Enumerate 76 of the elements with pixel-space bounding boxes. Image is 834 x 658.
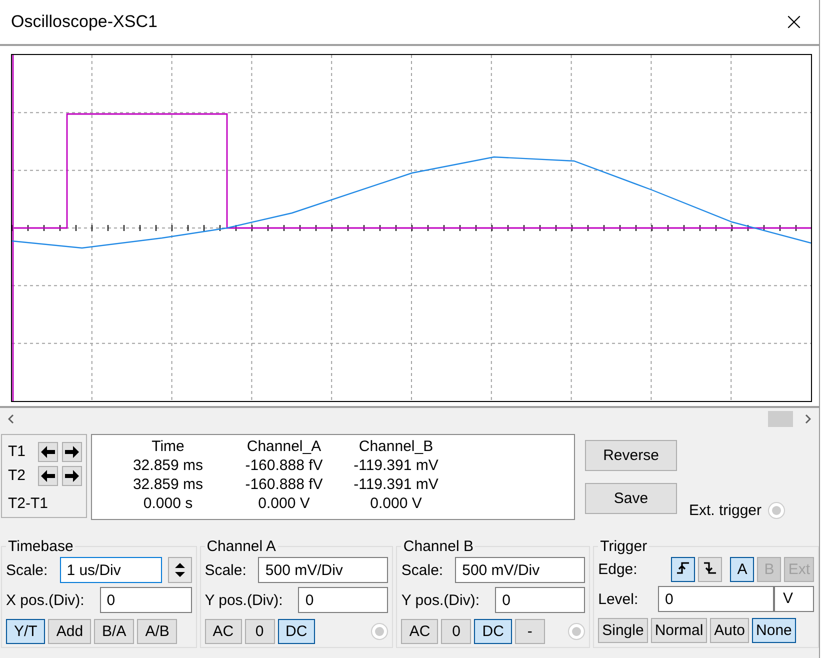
action-button[interactable]: Save [585, 483, 677, 514]
mode-button[interactable]: Auto [710, 618, 750, 643]
mode-button[interactable]: 0 [441, 619, 472, 644]
table-cell-text: -119.391 mV [352, 456, 440, 475]
mode-button[interactable]: B/A [94, 619, 134, 644]
position-field[interactable]: 0 [298, 587, 388, 613]
table-cell-text: 0.000 V [257, 494, 311, 513]
mode-button[interactable]: Y/T [6, 619, 46, 644]
scroll-right-icon[interactable] [805, 414, 811, 424]
table-cell-text: 0.000 V [369, 494, 423, 513]
table-cell-text: -160.888 fV [244, 475, 324, 494]
edge-button[interactable] [698, 557, 722, 582]
mode-button[interactable]: A/B [137, 619, 178, 644]
move-left-button[interactable] [38, 466, 58, 486]
field-label: Scale: [401, 562, 444, 578]
group-title: Timebase [7, 538, 74, 555]
radio-button[interactable] [371, 623, 388, 640]
radio-button[interactable] [768, 502, 785, 519]
left-arrow-icon [41, 470, 55, 482]
cursor-label: T2-T1 [8, 494, 50, 514]
unit-field: V [774, 586, 814, 612]
mode-button[interactable]: Single [598, 618, 648, 643]
cursor-label: T2 [8, 466, 27, 486]
up-down-arrows-icon [174, 562, 185, 578]
mode-button[interactable]: None [752, 618, 796, 643]
mode-button[interactable]: - [514, 619, 545, 644]
mode-button[interactable]: Add [48, 619, 92, 644]
cursor-label: T1 [8, 442, 27, 462]
left-arrow-icon [41, 446, 55, 458]
radio-button[interactable] [568, 623, 586, 640]
move-right-button[interactable] [62, 466, 82, 486]
mode-button[interactable]: 0 [244, 619, 275, 644]
right-arrow-icon [65, 446, 79, 458]
scale-field[interactable]: 500 mV/Div [258, 557, 388, 583]
position-field[interactable]: 0 [495, 587, 586, 613]
table-cell-text: -119.391 mV [352, 475, 440, 494]
group-title: Trigger [599, 538, 648, 555]
right-arrow-icon [65, 470, 79, 482]
group-title: Channel A [206, 538, 277, 555]
position-field[interactable]: 0 [100, 587, 192, 613]
mode-button[interactable]: DC [474, 619, 512, 644]
scale-field[interactable]: 500 mV/Div [455, 557, 586, 583]
mode-button[interactable]: AC [204, 619, 242, 644]
mode-button[interactable]: DC [278, 619, 316, 644]
table-cell-text: 32.859 ms [132, 475, 204, 494]
source-button[interactable]: A [730, 557, 754, 582]
cursor-line[interactable] [12, 55, 14, 401]
move-left-button[interactable] [38, 442, 58, 462]
move-right-button[interactable] [62, 442, 82, 462]
table-cell-text: -160.888 fV [244, 456, 324, 475]
field-label: Level: [598, 590, 638, 608]
mode-button[interactable]: AC [401, 619, 438, 644]
action-button[interactable]: Reverse [585, 440, 677, 471]
field-label: Edge: [598, 561, 638, 578]
mode-button[interactable]: Normal [650, 618, 708, 643]
falling-edge-icon [703, 560, 718, 576]
scroll-left-icon[interactable] [8, 414, 14, 424]
table-cell-text: 32.859 ms [132, 456, 204, 475]
scrollbar-thumb[interactable] [768, 411, 793, 427]
column-header: Channel_A [246, 437, 322, 456]
ext-trigger-label: Ext. trigger [689, 502, 762, 519]
level-field[interactable]: 0 [658, 586, 774, 612]
field-label: Y pos.(Div): [401, 592, 480, 608]
rising-edge-icon [676, 560, 690, 576]
field-label: Scale: [6, 562, 48, 578]
column-header: Time [150, 437, 186, 456]
window-title: Oscilloscope-XSC1 [11, 12, 158, 32]
field-label: Y pos.(Div): [204, 592, 283, 608]
field-label: X pos.(Div): [6, 592, 84, 608]
column-header: Channel_B [358, 437, 434, 456]
field-label: Scale: [204, 562, 246, 578]
spin-button[interactable] [168, 557, 192, 583]
edge-button[interactable] [671, 557, 696, 582]
group-title: Channel B [402, 538, 474, 555]
scale-field[interactable]: 1 us/Div [60, 557, 162, 583]
table-cell-text: 0.000 s [142, 494, 194, 513]
